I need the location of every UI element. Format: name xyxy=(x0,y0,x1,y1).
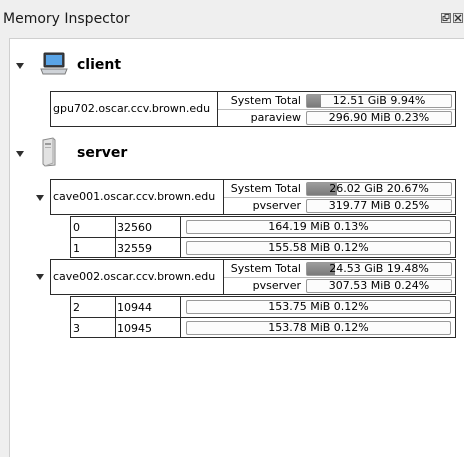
node-1-system-value: 26.02 GiB 20.67% xyxy=(329,182,429,195)
rank-3-pid: 10945 xyxy=(117,322,152,335)
node-1-host-name: cave001.oscar.ccv.brown.edu xyxy=(53,190,216,203)
server-label: server xyxy=(77,145,128,161)
tower-icon xyxy=(41,137,57,170)
client-process-bar: 296.90 MiB 0.23% xyxy=(306,111,452,125)
client-host-box: gpu702.oscar.ccv.brown.edu xyxy=(50,91,218,127)
node-2-system-bar: 24.53 GiB 19.48% xyxy=(306,262,452,276)
client-label: client xyxy=(77,57,122,73)
rank-1-id: 1 xyxy=(73,242,80,255)
node-1-host-box: cave001.oscar.ccv.brown.edu xyxy=(50,179,224,215)
rank-0-memory-value: 164.19 MiB 0.13% xyxy=(268,220,369,233)
title-bar: Memory Inspector xyxy=(0,0,464,38)
client-process-label: paraview xyxy=(250,111,301,124)
node-1-process-label: pvserver xyxy=(252,199,301,212)
rank-2-memory-bar: 153.75 MiB 0.12% xyxy=(186,300,451,314)
rank-1-memory-bar: 155.58 MiB 0.12% xyxy=(186,241,451,255)
node-1-expand-arrow-icon[interactable] xyxy=(36,195,44,201)
node-2-ranks-table: 2 10944 153.75 MiB 0.12% 3 10945 153.78 … xyxy=(70,296,456,338)
window-title: Memory Inspector xyxy=(3,11,130,27)
laptop-icon xyxy=(40,51,68,80)
node-2-host-box: cave002.oscar.ccv.brown.edu xyxy=(50,259,224,295)
node-2-host-name: cave002.oscar.ccv.brown.edu xyxy=(53,270,216,283)
client-process-value: 296.90 MiB 0.23% xyxy=(328,111,430,124)
node-2-expand-arrow-icon[interactable] xyxy=(36,274,44,280)
rank-1-pid: 32559 xyxy=(117,242,152,255)
rank-3-memory-value: 153.78 MiB 0.12% xyxy=(268,321,369,334)
node-1-system-bar: 26.02 GiB 20.67% xyxy=(306,182,452,196)
rank-0-memory-bar: 164.19 MiB 0.13% xyxy=(186,220,451,234)
float-icon[interactable] xyxy=(441,13,451,23)
node-2-process-label: pvserver xyxy=(252,279,301,292)
rank-2-memory-value: 153.75 MiB 0.12% xyxy=(268,300,369,313)
node-2-process-value: 307.53 MiB 0.24% xyxy=(328,279,430,292)
client-expand-arrow-icon[interactable] xyxy=(16,63,24,69)
client-memory-box: System Total 12.51 GiB 9.94% paraview 29… xyxy=(217,91,456,127)
rank-1-memory-value: 155.58 MiB 0.12% xyxy=(268,241,369,254)
close-icon[interactable] xyxy=(453,13,463,23)
node-2-system-label: System Total xyxy=(230,262,301,275)
rank-0-pid: 32560 xyxy=(117,221,152,234)
node-2-system-value: 24.53 GiB 19.48% xyxy=(329,262,429,275)
rank-2-id: 2 xyxy=(73,301,80,314)
rank-0-id: 0 xyxy=(73,221,80,234)
memory-inspector-panel: Memory Inspector client gpu702.oscar.ccv… xyxy=(0,0,464,457)
rank-3-memory-bar: 153.78 MiB 0.12% xyxy=(186,321,451,335)
node-1-ranks-table: 0 32560 164.19 MiB 0.13% 1 32559 155.58 … xyxy=(70,216,456,258)
node-2-memory-box: System Total 24.53 GiB 19.48% pvserver 3… xyxy=(223,259,456,295)
node-1-process-value: 319.77 MiB 0.25% xyxy=(328,199,430,212)
rank-2-pid: 10944 xyxy=(117,301,152,314)
memory-tree[interactable]: client gpu702.oscar.ccv.brown.edu System… xyxy=(9,38,464,457)
client-system-label: System Total xyxy=(230,94,301,107)
node-1-process-bar: 319.77 MiB 0.25% xyxy=(306,199,452,213)
rank-3-id: 3 xyxy=(73,322,80,335)
client-host-name: gpu702.oscar.ccv.brown.edu xyxy=(53,102,211,115)
server-expand-arrow-icon[interactable] xyxy=(16,151,24,157)
node-2-process-bar: 307.53 MiB 0.24% xyxy=(306,279,452,293)
node-1-system-label: System Total xyxy=(230,182,301,195)
client-system-bar: 12.51 GiB 9.94% xyxy=(306,94,452,108)
client-system-value: 12.51 GiB 9.94% xyxy=(332,94,426,107)
node-1-memory-box: System Total 26.02 GiB 20.67% pvserver 3… xyxy=(223,179,456,215)
